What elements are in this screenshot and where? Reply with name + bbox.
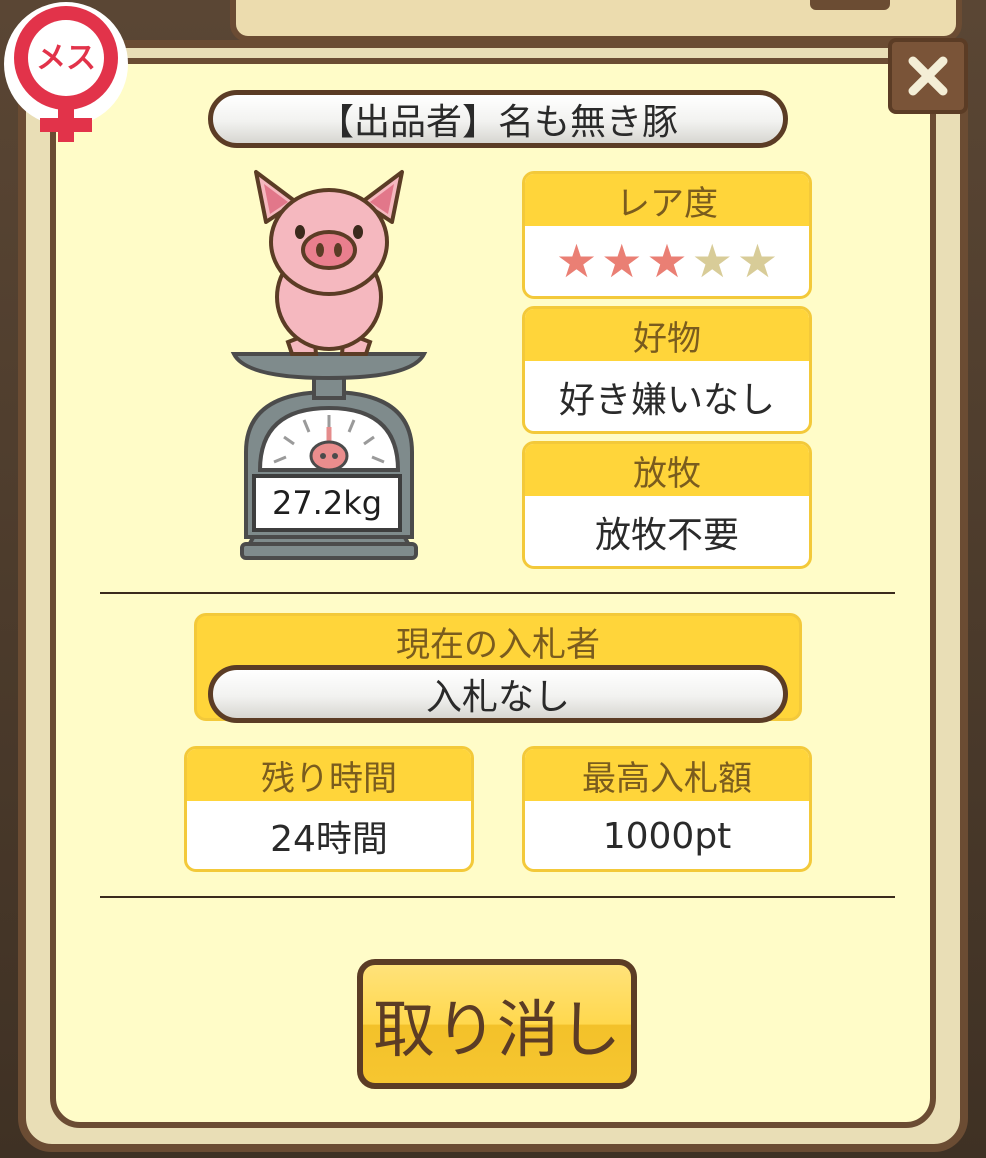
rarity-stars: ★ ★ ★ ★ ★ [525, 226, 809, 296]
close-icon [908, 56, 948, 96]
seller-name: 【出品者】名も無き豚 [208, 90, 788, 148]
star-filled-icon: ★ [555, 234, 598, 288]
divider [100, 896, 895, 898]
grazing-value: 放牧不要 [594, 515, 739, 556]
current-bidder-label: 現在の入札者 [396, 624, 600, 665]
max-bid-box: 最高入札額 1000pt [522, 746, 812, 872]
star-empty-icon: ★ [736, 234, 779, 288]
max-bid-value: 1000pt [602, 815, 732, 857]
max-bid-label: 最高入札額 [525, 749, 809, 801]
remaining-time-box: 残り時間 24時間 [184, 746, 474, 872]
cancel-button[interactable]: 取り消し [357, 959, 637, 1089]
current-bidder-value: 入札なし [208, 665, 788, 723]
background-header-button [810, 0, 890, 10]
remaining-time-value: 24時間 [270, 819, 388, 860]
favorite-food-label: 好物 [525, 309, 809, 361]
star-empty-icon: ★ [691, 234, 733, 288]
favorite-food-value: 好き嫌いなし [558, 380, 775, 421]
divider [100, 592, 895, 594]
gender-label: メス [36, 41, 96, 76]
favorite-food-box: 好物 好き嫌いなし [522, 306, 812, 434]
female-gender-icon: メス [4, 2, 128, 142]
grazing-box: 放牧 放牧不要 [522, 441, 812, 569]
grazing-label: 放牧 [525, 444, 809, 496]
close-button[interactable] [888, 38, 968, 114]
star-filled-icon: ★ [601, 234, 643, 288]
star-filled-icon: ★ [646, 234, 688, 288]
weight-display: 27.2kg [252, 474, 402, 532]
remaining-time-label: 残り時間 [187, 749, 471, 801]
rarity-box: レア度 ★ ★ ★ ★ ★ [522, 171, 812, 299]
rarity-label: レア度 [525, 174, 809, 226]
